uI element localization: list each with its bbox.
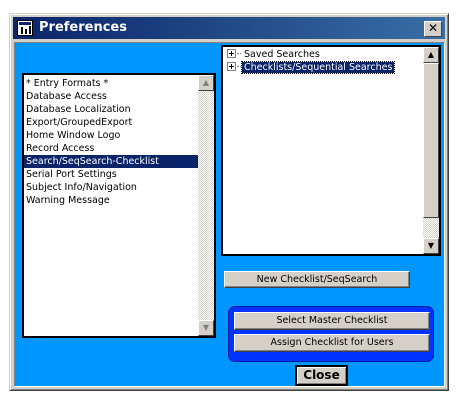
list-item[interactable]: Export/GroupedExport bbox=[24, 116, 200, 129]
list-item[interactable]: Database Localization bbox=[24, 103, 200, 116]
select-master-checklist-button[interactable]: Select Master Checklist bbox=[234, 312, 430, 330]
list-item[interactable]: Record Access bbox=[24, 142, 200, 155]
tree-item-label: Saved Searches bbox=[244, 49, 320, 60]
tree-item-checklists[interactable]: Checklists/Sequential Searches bbox=[227, 61, 396, 74]
title-bar[interactable]: Preferences ✕ bbox=[13, 17, 445, 39]
scroll-up-button[interactable]: ▲ bbox=[423, 47, 439, 63]
scroll-thumb[interactable] bbox=[423, 63, 439, 218]
arrow-down-icon: ▼ bbox=[202, 323, 210, 332]
window-title: Preferences bbox=[39, 20, 127, 35]
arrow-down-icon: ▼ bbox=[427, 241, 435, 250]
expand-icon[interactable] bbox=[227, 49, 236, 58]
scroll-down-button[interactable]: ▼ bbox=[198, 320, 214, 336]
preferences-window-icon bbox=[17, 20, 33, 36]
close-window-button[interactable]: ✕ bbox=[424, 21, 442, 37]
preferences-window: Preferences ✕ * Entry Formats * Database… bbox=[9, 13, 449, 391]
tree-item-label: Checklists/Sequential Searches bbox=[240, 61, 396, 74]
arrow-up-icon: ▲ bbox=[427, 50, 435, 59]
preferences-client-area: * Entry Formats * Database Access Databa… bbox=[14, 42, 445, 387]
close-button[interactable]: Close bbox=[295, 365, 348, 386]
list-item-selected[interactable]: Search/SeqSearch-Checklist bbox=[24, 155, 200, 168]
tree-item-saved-searches[interactable]: Saved Searches bbox=[227, 49, 322, 61]
checklist-tree[interactable]: Saved Searches Checklists/Sequential Sea… bbox=[221, 45, 441, 256]
list-item[interactable]: * Entry Formats * bbox=[24, 77, 200, 90]
assign-checklist-button[interactable]: Assign Checklist for Users bbox=[234, 334, 430, 352]
category-list-items: * Entry Formats * Database Access Databa… bbox=[24, 77, 200, 207]
scroll-up-button[interactable]: ▲ bbox=[198, 75, 214, 91]
tree-connector bbox=[237, 53, 241, 54]
new-checklist-button[interactable]: New Checklist/SeqSearch bbox=[224, 271, 410, 288]
category-list-scrollbar[interactable]: ▲ ▼ bbox=[198, 75, 214, 336]
list-item[interactable]: Serial Port Settings bbox=[24, 168, 200, 181]
list-item[interactable]: Warning Message bbox=[24, 194, 200, 207]
close-icon: ✕ bbox=[427, 21, 439, 35]
list-item[interactable]: Subject Info/Navigation bbox=[24, 181, 200, 194]
scroll-down-button[interactable]: ▼ bbox=[423, 238, 439, 254]
arrow-up-icon: ▲ bbox=[202, 78, 210, 87]
tree-scrollbar[interactable]: ▲ ▼ bbox=[423, 47, 439, 254]
expand-icon[interactable] bbox=[227, 62, 236, 71]
list-item[interactable]: Home Window Logo bbox=[24, 129, 200, 142]
tree-connector bbox=[237, 66, 241, 67]
list-item[interactable]: Database Access bbox=[24, 90, 200, 103]
category-list[interactable]: * Entry Formats * Database Access Databa… bbox=[22, 73, 216, 338]
